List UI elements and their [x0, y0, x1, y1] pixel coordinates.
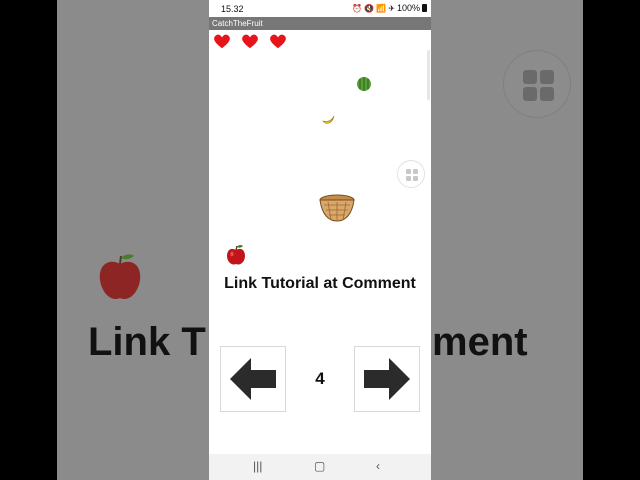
score-counter: 4 [315, 369, 325, 388]
banana-sprite [322, 115, 335, 124]
android-nav-bar: ||| ▢ ‹ [209, 454, 431, 480]
recent-apps-icon[interactable]: ||| [253, 459, 262, 473]
blurred-caption-right: ment [432, 320, 528, 364]
basket-sprite[interactable] [319, 193, 355, 223]
screen-recording: Link T ment 15.32 ⏰ 🔇 📶 ✈ 100% CatchTheF… [0, 0, 640, 480]
blurred-menu-icon [503, 50, 571, 118]
left-arrow-button[interactable] [220, 346, 286, 412]
watermelon-sprite [357, 77, 371, 91]
heart-icon [270, 34, 286, 49]
phone-screen: 15.32 ⏰ 🔇 📶 ✈ 100% CatchTheFruit Link Tu… [209, 0, 431, 480]
right-arrow-icon [364, 358, 410, 400]
alarm-icon: ⏰ [352, 3, 363, 13]
home-icon[interactable]: ▢ [314, 459, 325, 473]
airplane-icon: ✈ [388, 3, 395, 13]
heart-icon [214, 34, 230, 49]
status-time: 15.32 [221, 4, 244, 14]
blurred-caption-left: Link T [88, 320, 206, 364]
apple-sprite [227, 245, 245, 265]
right-arrow-button[interactable] [354, 346, 420, 412]
left-arrow-icon [230, 358, 276, 400]
wifi-icon: 📶 [376, 3, 387, 13]
status-icons: ⏰ 🔇 📶 ✈ 100% [352, 3, 427, 13]
lives-indicator [213, 32, 287, 50]
scrollbar[interactable] [427, 50, 430, 100]
mute-icon: 🔇 [364, 3, 375, 13]
battery-percent: 100% [396, 3, 420, 13]
battery-icon [422, 4, 427, 12]
back-icon[interactable]: ‹ [376, 459, 380, 473]
blurred-apple-icon [99, 254, 141, 300]
caption-text: Link Tutorial at Comment [224, 275, 416, 292]
floating-menu-button[interactable] [397, 160, 425, 188]
game-area[interactable]: Link Tutorial at Comment 4 [209, 30, 431, 454]
heart-icon [242, 34, 258, 49]
status-bar: 15.32 ⏰ 🔇 📶 ✈ 100% [209, 0, 431, 17]
app-title-bar: CatchTheFruit [209, 17, 431, 30]
